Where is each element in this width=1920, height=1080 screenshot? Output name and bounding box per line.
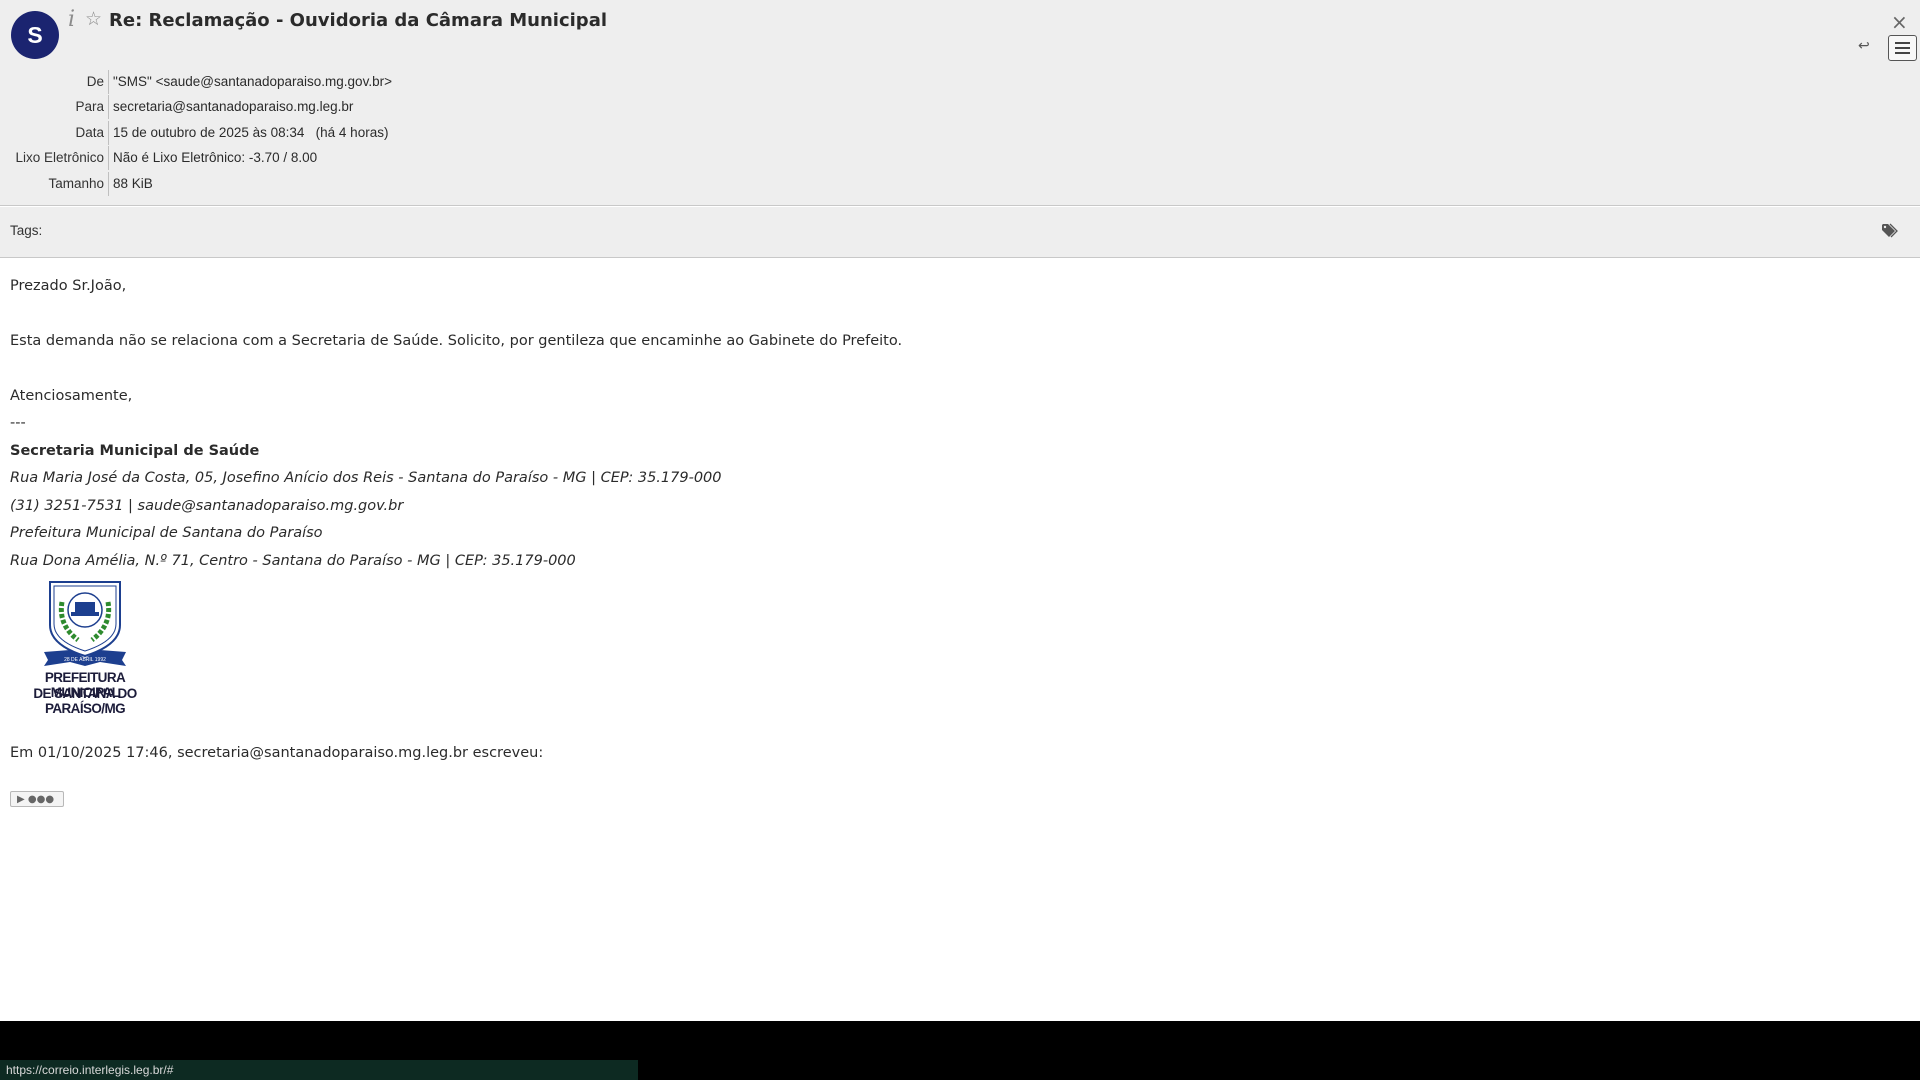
show-quoted-text-button[interactable]: ▶ ●●● (10, 791, 64, 807)
field-divider (108, 172, 109, 196)
sender-address[interactable]: "SMS" <saude@santanadoparaiso.mg.gov.br> (113, 70, 392, 94)
field-divider (108, 95, 109, 119)
field-label: De (86, 74, 104, 89)
menu-bar (1895, 42, 1910, 44)
field-date: Data 15 de outubro de 2025 às 08:34 (há … (0, 121, 700, 145)
junk-value: Não é Lixo Eletrônico: -3.70 / 8.00 (113, 150, 318, 165)
tags-bar: Tags: (0, 207, 1920, 258)
signature-address-2: Rua Dona Amélia, N.º 71, Centro - Santan… (10, 553, 576, 569)
message-header: S i ☆ Re: Reclamação - Ouvidoria da Câma… (0, 0, 1920, 206)
field-divider (108, 70, 109, 94)
closing: Atenciosamente, (10, 388, 133, 404)
message-subject: Re: Reclamação - Ouvidoria da Câmara Mun… (109, 10, 608, 31)
signature-address: Rua Maria José da Costa, 05, Josefino An… (10, 470, 722, 486)
status-bar: https://correio.interlegis.leg.br/# (0, 1060, 638, 1080)
signature-prefeitura: Prefeitura Municipal de Santana do Paraí… (10, 525, 323, 541)
status-url: https://correio.interlegis.leg.br/# (6, 1063, 174, 1077)
prefeitura-logo: 28 DE ABRIL 1992 PREFEITURA MUNICIPAL DE… (10, 580, 160, 716)
logo-text-line-2: DE SANTANA DO PARAÍSO/MG (33, 686, 137, 716)
greeting: Prezado Sr.João, (10, 278, 127, 294)
info-icon[interactable]: i (68, 7, 75, 32)
hamburger-menu-button[interactable] (1888, 35, 1917, 61)
field-label: Tamanho (48, 176, 104, 191)
signature-org: Secretaria Municipal de Saúde (10, 443, 260, 459)
field-divider (108, 121, 109, 145)
logo-ribbon-text: 28 DE ABRIL 1992 (64, 657, 106, 663)
size-value: 88 KiB (113, 176, 153, 191)
close-icon[interactable]: × (1891, 10, 1908, 34)
signature-contact: (31) 3251-7531 | saude@santanadoparaiso.… (10, 498, 404, 514)
tags-label: Tags: (10, 223, 43, 238)
recipient-address[interactable]: secretaria@santanadoparaiso.mg.leg.br (113, 95, 353, 119)
field-junk: Lixo Eletrônico Não é Lixo Eletrônico: -… (0, 146, 700, 170)
field-to: Para secretaria@santanadoparaiso.mg.leg.… (0, 95, 700, 119)
menu-bar (1895, 52, 1910, 54)
field-divider (108, 146, 109, 170)
star-icon[interactable]: ☆ (85, 8, 102, 30)
field-size: Tamanho 88 KiB (0, 172, 700, 196)
coat-of-arms-icon: 28 DE ABRIL 1992 (44, 581, 126, 666)
menu-bar (1895, 47, 1910, 49)
signature-separator: --- (10, 415, 26, 431)
quote-header: Em 01/10/2025 17:46, secretaria@santanad… (10, 745, 544, 761)
field-from: De "SMS" <saude@santanadoparaiso.mg.gov.… (0, 70, 700, 94)
sender-avatar: S (11, 11, 59, 59)
reply-icon[interactable]: ↩ (1858, 38, 1870, 54)
mail-viewer: S i ☆ Re: Reclamação - Ouvidoria da Câma… (0, 0, 1920, 1021)
tags-icon[interactable] (1881, 222, 1899, 240)
body-paragraph: Esta demanda não se relaciona com a Secr… (10, 333, 903, 349)
field-label: Data (75, 125, 104, 140)
date-value: 15 de outubro de 2025 às 08:34 (há 4 hor… (113, 125, 389, 140)
field-label: Lixo Eletrônico (15, 150, 104, 165)
field-label: Para (75, 99, 104, 114)
